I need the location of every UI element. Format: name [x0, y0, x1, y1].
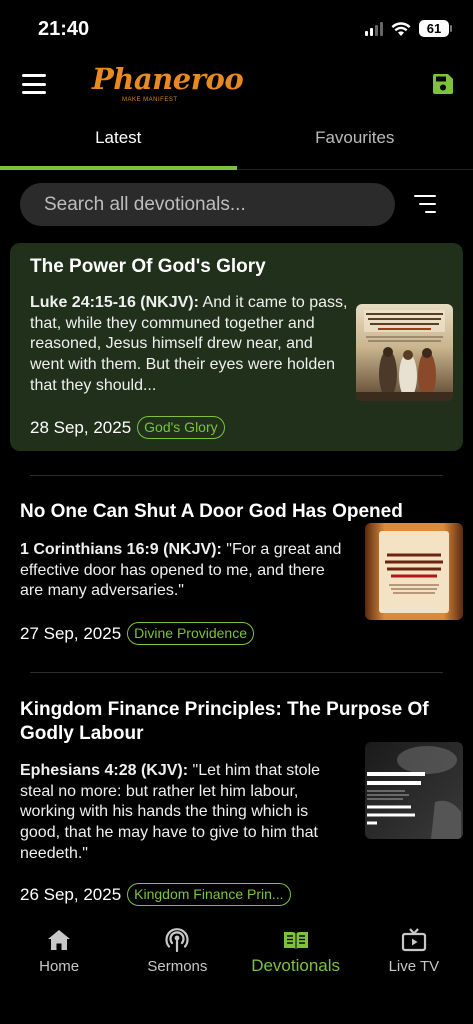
scripture-reference: 1 Corinthians 16:9 (NKJV):: [20, 541, 222, 558]
devotional-title: Kingdom Finance Principles: The Purpose …: [20, 699, 429, 744]
devotional-card[interactable]: No One Can Shut A Door God Has Opened 1 …: [10, 490, 463, 660]
devotional-excerpt: 1 Corinthians 16:9 (NKJV): "For a great …: [20, 540, 350, 602]
wifi-icon: [391, 21, 411, 36]
devotional-thumbnail: [356, 304, 453, 401]
nav-devotionals-label: Devotionals: [251, 956, 341, 975]
devotional-date: 28 Sep, 2025: [30, 417, 132, 437]
devotional-excerpt: Luke 24:15-16 (NKJV): And it came to pas…: [30, 293, 350, 397]
devotional-date: 26 Sep, 2025: [20, 884, 122, 904]
search-row: [20, 183, 453, 227]
status-icons: 61: [365, 20, 452, 37]
devotional-title: The Power Of God's Glory: [30, 256, 266, 277]
scripture-reference: Luke 24:15-16 (NKJV):: [30, 294, 199, 311]
devotional-meta: 26 Sep, 2025 Kingdom Finance Prin...: [20, 883, 291, 906]
devotional-thumbnail: [365, 742, 463, 839]
battery-icon: 61: [419, 20, 452, 37]
devotional-meta: 27 Sep, 2025 Divine Providence: [20, 622, 254, 645]
save-icon[interactable]: [431, 72, 455, 96]
card-divider: [30, 475, 443, 476]
card-divider: [30, 672, 443, 673]
category-tag[interactable]: God's Glory: [137, 416, 225, 439]
logo-wordmark: Phaneroo: [92, 62, 244, 96]
tab-latest[interactable]: Latest: [0, 118, 237, 170]
podcast-icon: [165, 928, 189, 953]
devotional-excerpt: Ephesians 4:28 (KJV): "Let him that stol…: [20, 761, 340, 865]
nav-live-tv[interactable]: Live TV: [355, 918, 473, 1024]
tab-favourites[interactable]: Favourites: [237, 118, 473, 169]
devotional-title: No One Can Shut A Door God Has Opened: [20, 501, 403, 522]
cellular-signal-icon: [365, 21, 383, 36]
book-icon: [283, 932, 308, 949]
nav-devotionals[interactable]: Devotionals: [237, 918, 355, 1024]
hamburger-menu-icon[interactable]: [22, 74, 46, 94]
status-bar: 21:40 61: [0, 0, 473, 60]
search-box: [20, 183, 395, 226]
home-icon: [48, 930, 71, 950]
phaneroo-logo: Phaneroo MAKE MANIFEST: [92, 62, 244, 103]
nav-home-label: Home: [39, 958, 80, 975]
nav-home[interactable]: Home: [0, 918, 118, 1024]
devotional-date: 27 Sep, 2025: [20, 623, 122, 643]
scripture-reference: Ephesians 4:28 (KJV):: [20, 762, 189, 779]
category-tag[interactable]: Divine Providence: [127, 622, 254, 645]
nav-sermons[interactable]: Sermons: [118, 918, 236, 1024]
app-header: Phaneroo MAKE MANIFEST: [0, 60, 473, 110]
filter-icon[interactable]: [414, 195, 436, 213]
devotional-meta: 28 Sep, 2025 God's Glory: [30, 416, 225, 439]
category-tag[interactable]: Kingdom Finance Prin...: [127, 883, 291, 906]
devotional-card[interactable]: Kingdom Finance Principles: The Purpose …: [10, 688, 463, 913]
nav-live-tv-label: Live TV: [388, 958, 440, 975]
tv-icon: [401, 928, 426, 952]
status-time: 21:40: [38, 18, 90, 40]
nav-sermons-label: Sermons: [147, 958, 208, 975]
logo-tagline: MAKE MANIFEST: [122, 97, 178, 103]
tab-bar: Latest Favourites: [0, 118, 473, 170]
devotional-card[interactable]: The Power Of God's Glory Luke 24:15-16 (…: [10, 243, 463, 451]
search-input[interactable]: [44, 193, 374, 216]
devotional-thumbnail: [365, 523, 463, 620]
bottom-navigation: Home Sermons Devotionals Live TV: [0, 918, 473, 1024]
